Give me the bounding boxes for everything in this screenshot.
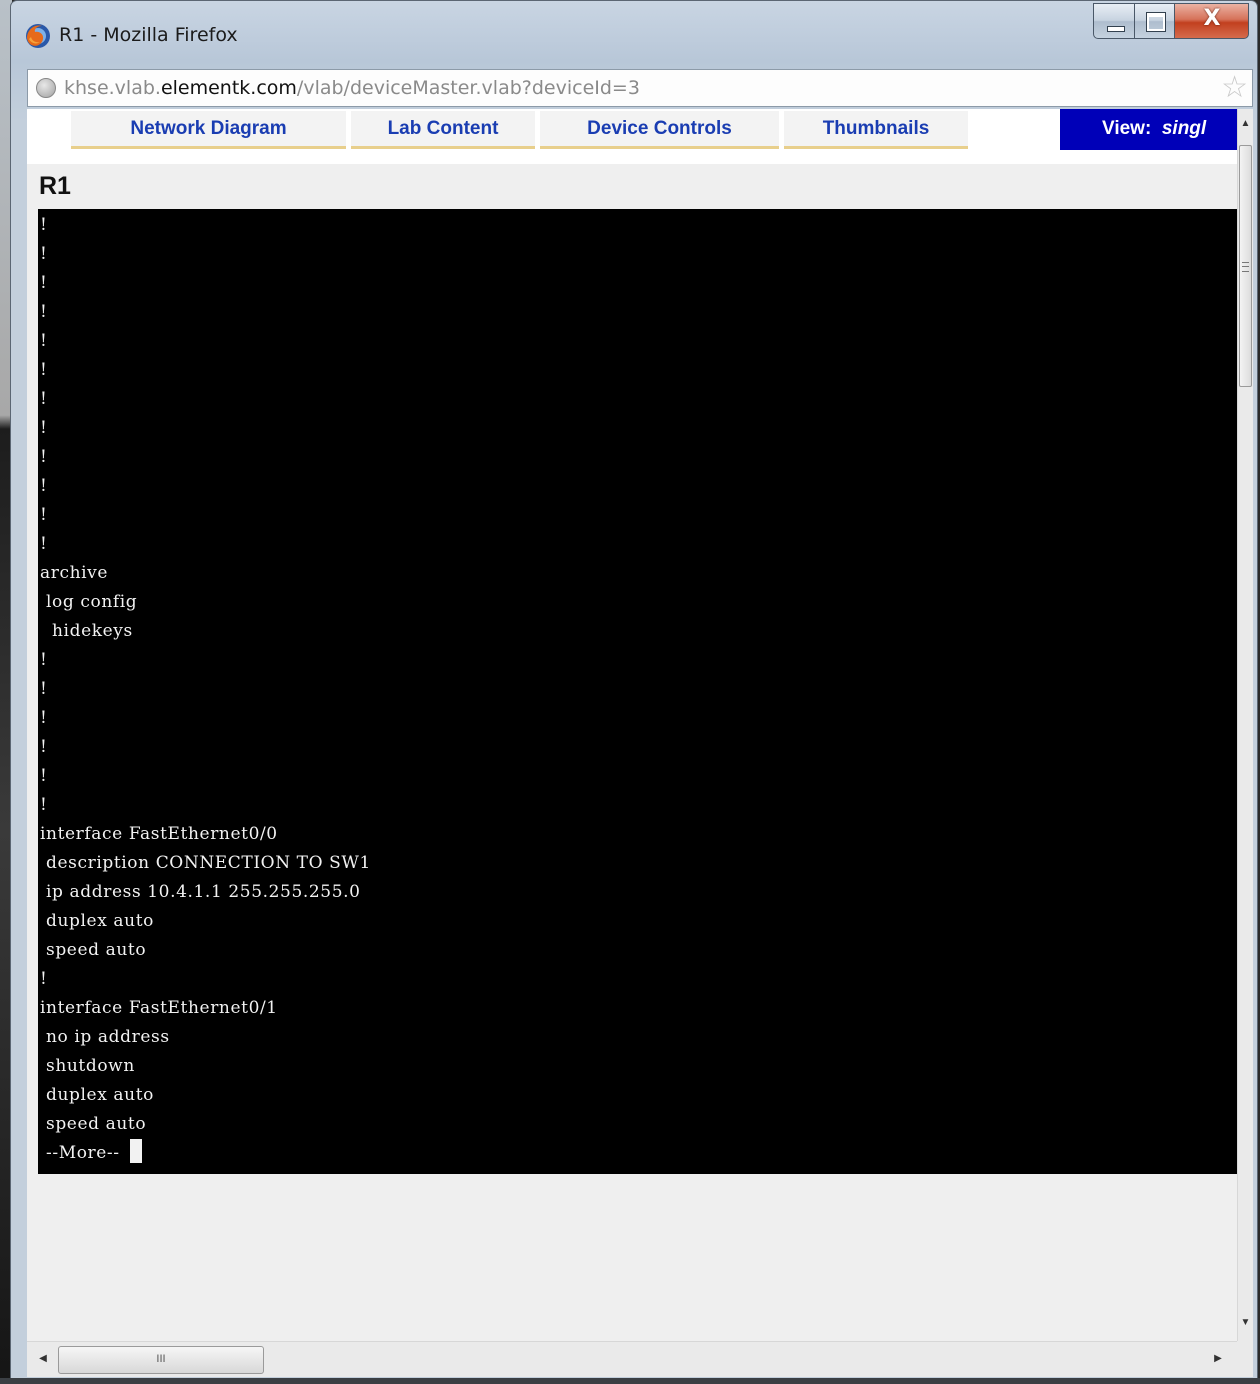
terminal-line: ip address 10.4.1.1 255.255.255.0	[40, 882, 361, 902]
terminal-line: !	[40, 534, 48, 554]
terminal-line: archive	[40, 563, 109, 583]
scrollbar-corner	[1237, 1341, 1253, 1377]
vertical-scrollbar[interactable]: ▲ ▼	[1237, 109, 1253, 1341]
scroll-left-arrow-icon[interactable]: ◀	[34, 1350, 52, 1368]
terminal-line: !	[40, 331, 48, 351]
more-prompt-text: --More--	[40, 1143, 126, 1163]
terminal-line: !	[40, 360, 48, 380]
address-bar[interactable]: khse.vlab.elementk.com/vlab/deviceMaster…	[27, 69, 1253, 107]
url-prefix: khse.vlab.	[64, 77, 161, 99]
terminal-line: !	[40, 215, 48, 235]
terminal-line: !	[40, 476, 48, 496]
horizontal-scroll-thumb[interactable]: III	[58, 1346, 264, 1374]
title-bar[interactable]: R1 - Mozilla Firefox X	[11, 1, 1257, 63]
browser-window: R1 - Mozilla Firefox X khse.vlab.element…	[10, 0, 1258, 1380]
maximize-button[interactable]	[1135, 3, 1175, 39]
terminal-line: !	[40, 447, 48, 467]
vertical-scroll-thumb[interactable]	[1239, 145, 1252, 387]
horizontal-scrollbar[interactable]: ◀ III ▶	[27, 1341, 1237, 1377]
desktop-taskbar-edge	[0, 1378, 1260, 1384]
terminal-line: !	[40, 766, 48, 786]
minimize-icon	[1107, 26, 1125, 32]
terminal-line: speed auto	[40, 940, 147, 960]
terminal-line: hidekeys	[40, 621, 133, 641]
device-title: R1	[39, 172, 71, 200]
url-host: elementk.com	[160, 77, 297, 99]
terminal-line: !	[40, 795, 48, 815]
terminal-cursor	[129, 1139, 142, 1163]
bookmark-star-icon[interactable]: ☆	[1221, 71, 1248, 105]
scroll-up-arrow-icon[interactable]: ▲	[1238, 115, 1253, 133]
scroll-right-arrow-icon[interactable]: ▶	[1209, 1350, 1227, 1368]
url-text[interactable]: khse.vlab.elementk.com/vlab/deviceMaster…	[64, 77, 640, 99]
terminal-line: duplex auto	[40, 1085, 154, 1105]
device-panel: R1 ! ! ! ! ! ! ! ! ! ! ! ! archive log c…	[27, 164, 1237, 1377]
terminal-line: !	[40, 969, 48, 989]
terminal-line: log config	[40, 592, 138, 612]
tab-network-diagram[interactable]: Network Diagram	[71, 111, 346, 149]
url-path: /vlab/deviceMaster.vlab?deviceId=3	[296, 77, 640, 99]
view-mode-button[interactable]: View: singl	[1060, 109, 1237, 150]
terminal-line: !	[40, 244, 48, 264]
terminal-line: description CONNECTION TO SW1	[40, 853, 371, 873]
tab-thumbnails[interactable]: Thumbnails	[784, 111, 968, 149]
terminal-line: !	[40, 650, 48, 670]
terminal-line: duplex auto	[40, 911, 154, 931]
tab-lab-content[interactable]: Lab Content	[351, 111, 535, 149]
close-icon: X	[1203, 6, 1221, 31]
terminal-line: !	[40, 302, 48, 322]
terminal-line: no ip address	[40, 1027, 170, 1047]
minimize-button[interactable]	[1093, 3, 1135, 39]
page-content: Network Diagram Lab Content Device Contr…	[27, 109, 1253, 1377]
view-value: singl	[1161, 118, 1207, 139]
terminal-line: interface FastEthernet0/0	[40, 824, 278, 844]
close-button[interactable]: X	[1175, 3, 1249, 39]
terminal-line: !	[40, 273, 48, 293]
h-thumb-grip: III	[156, 1353, 166, 1365]
terminal-line: !	[40, 679, 48, 699]
terminal-more-prompt: --More--	[40, 1139, 142, 1168]
tab-device-controls[interactable]: Device Controls	[540, 111, 779, 149]
maximize-icon	[1146, 12, 1166, 32]
terminal-line: shutdown	[40, 1056, 135, 1076]
firefox-logo-icon	[26, 24, 50, 48]
terminal-line: !	[40, 418, 48, 438]
grip-icon	[1242, 262, 1249, 272]
terminal-line: interface FastEthernet0/1	[40, 998, 278, 1018]
view-label: View:	[1102, 118, 1152, 139]
terminal-line: speed auto	[40, 1114, 147, 1134]
site-identity-icon[interactable]	[36, 78, 56, 98]
terminal-line: !	[40, 708, 48, 728]
scroll-down-arrow-icon[interactable]: ▼	[1238, 1314, 1253, 1332]
terminal-line: !	[40, 505, 48, 525]
terminal-console[interactable]: ! ! ! ! ! ! ! ! ! ! ! ! archive log conf…	[38, 209, 1237, 1174]
terminal-line: !	[40, 389, 48, 409]
window-title: R1 - Mozilla Firefox	[59, 24, 238, 46]
nav-tabs: Network Diagram Lab Content Device Contr…	[27, 109, 1237, 151]
terminal-line: !	[40, 737, 48, 757]
window-controls: X	[1093, 3, 1249, 41]
